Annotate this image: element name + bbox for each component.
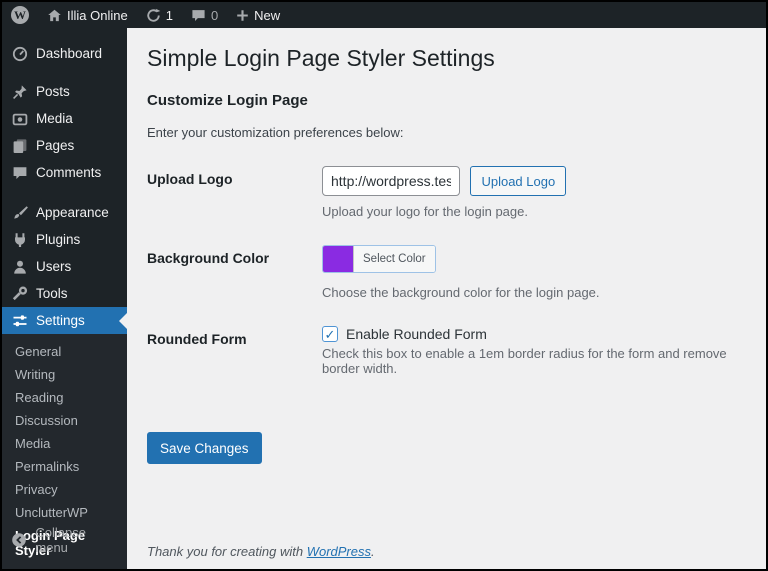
sidebar-item-plugins[interactable]: Plugins (2, 226, 127, 253)
submenu-item-permalinks[interactable]: Permalinks (2, 455, 127, 478)
comment-count: 0 (210, 7, 219, 23)
sidebar-item-pages[interactable]: Pages (2, 132, 127, 159)
site-name-menu[interactable]: Illia Online (38, 2, 137, 28)
background-color-label: Background Color (147, 250, 270, 267)
comment-bubble-icon (191, 8, 206, 23)
sidebar-item-appearance[interactable]: Appearance (2, 199, 127, 226)
submenu-item-reading[interactable]: Reading (2, 386, 127, 409)
sidebar-item-settings[interactable]: Settings (2, 307, 127, 334)
comment-bubble-icon (11, 164, 28, 181)
rounded-form-label: Rounded Form (147, 331, 247, 348)
new-label: New (254, 7, 281, 23)
select-color-button[interactable]: Select Color (353, 246, 435, 273)
sidebar-item-label: Dashboard (36, 46, 103, 61)
submenu-item-media[interactable]: Media (2, 432, 127, 455)
comments-menu[interactable]: 0 (182, 2, 227, 28)
wordpress-link[interactable]: WordPress (307, 544, 371, 559)
admin-bar: W Illia Online 1 0 New (2, 2, 766, 28)
collapse-menu-label: Collapse menu (35, 525, 86, 555)
update-count: 1 (165, 7, 173, 23)
settings-sliders-icon (11, 312, 28, 329)
rounded-form-checkbox[interactable]: ✓ (322, 326, 338, 343)
submenu-item-general[interactable]: General (2, 340, 127, 363)
window: W Illia Online 1 0 New Dashboard Posts M… (0, 0, 768, 571)
menu-separator (2, 186, 127, 199)
sidebar-item-label: Plugins (36, 232, 81, 247)
upload-logo-label: Upload Logo (147, 170, 233, 187)
sidebar-item-label: Appearance (36, 205, 109, 220)
wrench-icon (11, 285, 28, 302)
main-content: Simple Login Page Styler Settings Custom… (127, 28, 766, 569)
upload-logo-button[interactable]: Upload Logo (470, 166, 567, 197)
sidebar-item-label: Tools (36, 286, 68, 301)
sidebar-item-label: Users (36, 259, 72, 274)
wp-logo-menu[interactable]: W (2, 2, 38, 28)
person-icon (11, 258, 28, 275)
sidebar-item-label: Posts (36, 84, 70, 99)
submenu-item-writing[interactable]: Writing (2, 363, 127, 386)
sidebar-item-users[interactable]: Users (2, 253, 127, 280)
sidebar-item-label: Settings (36, 313, 85, 328)
site-name-label: Illia Online (67, 7, 128, 23)
sidebar-item-comments[interactable]: Comments (2, 159, 127, 186)
sidebar-item-posts[interactable]: Posts (2, 78, 127, 105)
sidebar-item-media[interactable]: Media (2, 105, 127, 132)
collapse-arrow-icon (11, 532, 27, 549)
sidebar-item-tools[interactable]: Tools (2, 280, 127, 307)
dashboard-icon (11, 45, 28, 62)
wordpress-logo-icon: W (11, 6, 29, 24)
footer-period: . (371, 544, 375, 559)
paintbrush-icon (11, 204, 28, 221)
update-icon (146, 8, 161, 23)
color-picker-control[interactable]: Select Color (322, 245, 436, 274)
admin-sidebar: Dashboard Posts Media Pages Comments App… (2, 28, 127, 569)
new-menu[interactable]: New (227, 2, 289, 28)
submenu-item-discussion[interactable]: Discussion (2, 409, 127, 432)
camera-icon (11, 110, 28, 127)
current-menu-arrow (119, 312, 127, 329)
background-color-description: Choose the background color for the logi… (322, 285, 600, 301)
pages-icon (11, 137, 28, 154)
save-changes-button[interactable]: Save Changes (147, 432, 262, 465)
page-title: Simple Login Page Styler Settings (147, 45, 495, 71)
sidebar-item-dashboard[interactable]: Dashboard (2, 40, 127, 67)
rounded-form-checkbox-label: Enable Rounded Form (346, 326, 487, 343)
footer-credit: Thank you for creating with WordPress. (147, 544, 375, 559)
sidebar-item-label: Comments (36, 165, 102, 180)
updates-menu[interactable]: 1 (137, 2, 182, 28)
collapse-menu-button[interactable]: Collapse menu (2, 520, 127, 560)
plug-icon (11, 231, 28, 248)
plus-icon (236, 9, 249, 22)
intro-text: Enter your customization preferences bel… (147, 124, 404, 140)
submenu-item-privacy[interactable]: Privacy (2, 478, 127, 501)
home-icon (47, 8, 62, 23)
section-title: Customize Login Page (147, 91, 308, 109)
sidebar-item-label: Media (36, 111, 73, 126)
upload-logo-row: Upload Logo Upload Logo Upload your logo… (147, 165, 746, 220)
color-swatch (323, 246, 353, 273)
footer-text: Thank you for creating with (147, 544, 307, 559)
logo-url-input[interactable] (322, 165, 460, 196)
rounded-form-description: Check this box to enable a 1em border ra… (322, 346, 727, 377)
background-color-row: Background Color Select Color Choose the… (147, 245, 746, 300)
pushpin-icon (11, 83, 28, 100)
sidebar-item-label: Pages (36, 138, 75, 153)
menu-separator (2, 67, 127, 78)
upload-logo-description: Upload your logo for the login page. (322, 204, 528, 220)
rounded-form-row: Rounded Form ✓ Enable Rounded Form Check… (147, 326, 746, 376)
